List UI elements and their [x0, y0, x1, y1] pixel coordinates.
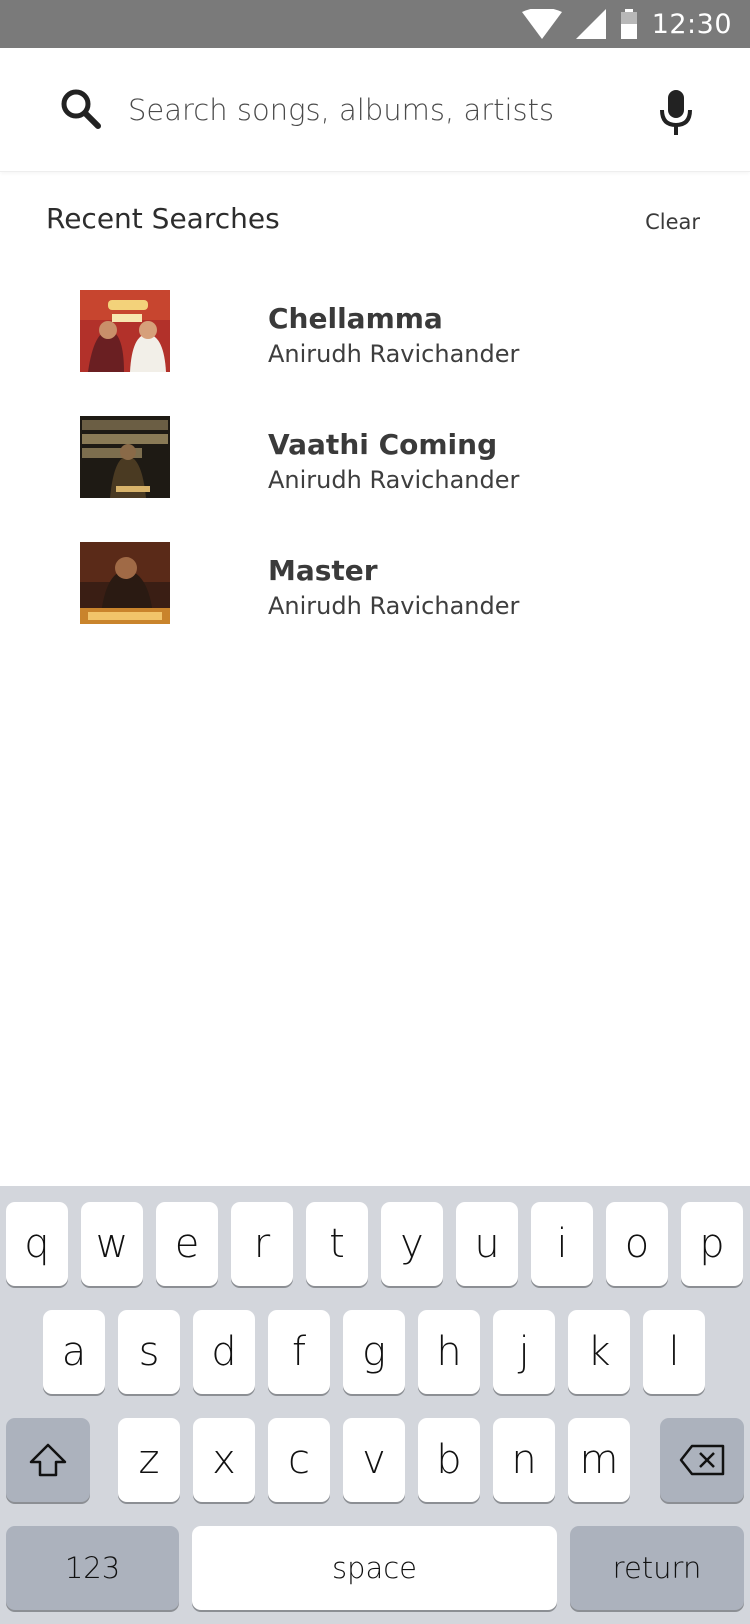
key-v[interactable]: v: [343, 1418, 405, 1502]
search-input[interactable]: [128, 82, 648, 138]
search-header: [0, 48, 750, 172]
artist-name: Anirudh Ravichander: [268, 592, 520, 620]
song-title: Vaathi Coming: [268, 428, 498, 461]
key-i[interactable]: i: [531, 1202, 593, 1286]
key-d[interactable]: d: [193, 1310, 255, 1394]
key-b[interactable]: b: [418, 1418, 480, 1502]
wifi-icon: [521, 9, 562, 39]
key-s[interactable]: s: [118, 1310, 180, 1394]
recent-searches-heading: Recent Searches: [46, 202, 280, 235]
key-l[interactable]: l: [643, 1310, 705, 1394]
status-bar: 12:30: [0, 0, 750, 48]
numbers-key[interactable]: 123: [6, 1526, 179, 1610]
key-m[interactable]: m: [568, 1418, 630, 1502]
key-j[interactable]: j: [493, 1310, 555, 1394]
key-z[interactable]: z: [118, 1418, 180, 1502]
key-q[interactable]: q: [6, 1202, 68, 1286]
recent-searches-list: Chellamma Anirudh Ravichander Vaathi Com…: [0, 284, 750, 662]
recent-search-item[interactable]: Master Anirudh Ravichander: [0, 536, 750, 662]
status-icons: 12:30: [521, 0, 732, 48]
key-n[interactable]: n: [493, 1418, 555, 1502]
space-key[interactable]: space: [192, 1526, 557, 1610]
signal-icon: [575, 9, 606, 39]
recent-search-item[interactable]: Chellamma Anirudh Ravichander: [0, 284, 750, 410]
artist-name: Anirudh Ravichander: [268, 340, 520, 368]
album-art-thumbnail: [80, 290, 170, 372]
search-icon[interactable]: [60, 88, 102, 130]
album-art-thumbnail: [80, 542, 170, 624]
key-a[interactable]: a: [43, 1310, 105, 1394]
recent-search-item[interactable]: Vaathi Coming Anirudh Ravichander: [0, 410, 750, 536]
album-art-thumbnail: [80, 416, 170, 498]
key-p[interactable]: p: [681, 1202, 743, 1286]
key-c[interactable]: c: [268, 1418, 330, 1502]
key-y[interactable]: y: [381, 1202, 443, 1286]
key-f[interactable]: f: [268, 1310, 330, 1394]
artist-name: Anirudh Ravichander: [268, 466, 520, 494]
key-k[interactable]: k: [568, 1310, 630, 1394]
key-h[interactable]: h: [418, 1310, 480, 1394]
song-title: Master: [268, 554, 378, 587]
battery-icon: [620, 9, 637, 39]
backspace-key[interactable]: [660, 1418, 744, 1502]
song-title: Chellamma: [268, 302, 443, 335]
key-g[interactable]: g: [343, 1310, 405, 1394]
shift-key[interactable]: [6, 1418, 90, 1502]
status-time: 12:30: [651, 8, 732, 40]
microphone-icon[interactable]: [656, 88, 696, 136]
key-r[interactable]: r: [231, 1202, 293, 1286]
key-u[interactable]: u: [456, 1202, 518, 1286]
key-t[interactable]: t: [306, 1202, 368, 1286]
key-w[interactable]: w: [81, 1202, 143, 1286]
clear-button[interactable]: Clear: [645, 210, 700, 234]
key-x[interactable]: x: [193, 1418, 255, 1502]
key-o[interactable]: o: [606, 1202, 668, 1286]
return-key[interactable]: return: [570, 1526, 744, 1610]
backspace-icon: [679, 1444, 725, 1476]
shift-arrow-icon: [29, 1443, 67, 1477]
key-e[interactable]: e: [156, 1202, 218, 1286]
on-screen-keyboard: q w e r t y u i o p a s d f g h j k l z …: [0, 1186, 750, 1624]
